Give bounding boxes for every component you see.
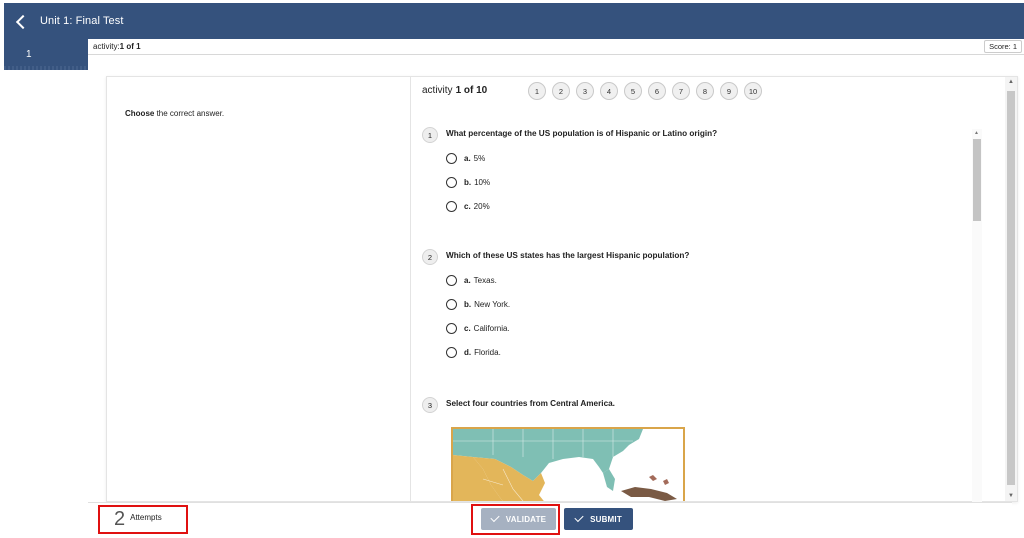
question-text: What percentage of the US population is … bbox=[446, 129, 718, 138]
activity-header: activity 1 of 10 bbox=[422, 85, 487, 96]
footer-bar: 2 Attempts VALIDATE SUBMIT bbox=[88, 502, 1012, 535]
scroll-down-arrow-icon[interactable]: ▼ bbox=[1008, 493, 1014, 499]
questions-scroll-area[interactable]: 1 What percentage of the US population i… bbox=[412, 117, 992, 501]
sidebar-activity-tab-label: 1 bbox=[26, 49, 32, 60]
instruction-pane: Choose the correct answer. bbox=[107, 77, 411, 501]
header-bar: Unit 1: Final Test bbox=[4, 3, 1024, 39]
option-letter: a. bbox=[464, 276, 471, 285]
question-number: 1 bbox=[422, 127, 438, 143]
question-pane: activity 1 of 10 1 2 3 4 5 6 7 8 9 10 1 … bbox=[412, 77, 1017, 503]
sidebar-activity-tab[interactable]: 1 bbox=[4, 39, 88, 70]
radio-button[interactable] bbox=[446, 201, 457, 212]
pager-item[interactable]: 2 bbox=[552, 82, 570, 100]
option-1b[interactable]: b. 10% bbox=[446, 177, 490, 188]
option-text: New York. bbox=[474, 300, 511, 309]
pager-item[interactable]: 3 bbox=[576, 82, 594, 100]
attempts-label: Attempts bbox=[130, 513, 162, 522]
scroll-up-arrow-icon[interactable]: ▲ bbox=[974, 130, 979, 136]
option-1a[interactable]: a. 5% bbox=[446, 153, 485, 164]
submit-label: SUBMIT bbox=[590, 514, 622, 524]
pager-item[interactable]: 1 bbox=[528, 82, 546, 100]
back-chevron-icon[interactable] bbox=[15, 14, 31, 29]
option-text: 10% bbox=[474, 178, 491, 187]
option-text: California. bbox=[473, 324, 510, 333]
pager-item[interactable]: 10 bbox=[744, 82, 762, 100]
submit-button[interactable]: SUBMIT bbox=[564, 508, 633, 530]
page-title: Unit 1: Final Test bbox=[40, 15, 124, 27]
scrollbar-thumb[interactable] bbox=[1007, 91, 1015, 485]
pager-item[interactable]: 7 bbox=[672, 82, 690, 100]
validate-label: VALIDATE bbox=[505, 514, 547, 524]
pager-item[interactable]: 8 bbox=[696, 82, 714, 100]
check-icon bbox=[490, 512, 500, 523]
instruction-rest: the correct answer. bbox=[154, 109, 225, 118]
activity-status-bar: activity: 1 of 1 Score: 1 bbox=[88, 39, 1024, 55]
scrollbar-thumb[interactable] bbox=[973, 139, 981, 221]
option-text: 5% bbox=[473, 154, 486, 163]
radio-button[interactable] bbox=[446, 299, 457, 310]
instruction-bold: Choose bbox=[125, 109, 155, 118]
option-2d[interactable]: d. Florida. bbox=[446, 347, 501, 358]
activity-prefix: activity: bbox=[93, 42, 120, 51]
option-2a[interactable]: a. Texas. bbox=[446, 275, 497, 286]
score-badge: Score: 1 bbox=[984, 40, 1022, 53]
instruction-text: Choose the correct answer. bbox=[125, 109, 224, 118]
option-letter: c. bbox=[464, 202, 471, 211]
pager-item[interactable]: 9 bbox=[720, 82, 738, 100]
activity-value: 1 of 1 bbox=[119, 42, 141, 51]
pager-item[interactable]: 5 bbox=[624, 82, 642, 100]
radio-button[interactable] bbox=[446, 177, 457, 188]
scroll-up-arrow-icon[interactable]: ▲ bbox=[1008, 79, 1014, 85]
activity-header-prefix: activity bbox=[422, 85, 453, 96]
activity-pager: 1 2 3 4 5 6 7 8 9 10 bbox=[528, 82, 762, 100]
option-letter: d. bbox=[464, 348, 472, 357]
radio-button[interactable] bbox=[446, 347, 457, 358]
question-text: Which of these US states has the largest… bbox=[446, 251, 690, 260]
option-letter: a. bbox=[464, 154, 471, 163]
option-text: 20% bbox=[473, 202, 490, 211]
attempts-count: 2 bbox=[114, 508, 126, 530]
activity-card: Choose the correct answer. activity 1 of… bbox=[106, 76, 1018, 503]
attempts-counter: 2 Attempts bbox=[98, 505, 188, 534]
check-icon bbox=[574, 512, 584, 523]
option-1c[interactable]: c. 20% bbox=[446, 201, 490, 212]
map-image bbox=[453, 429, 683, 501]
question-number: 2 bbox=[422, 249, 438, 265]
question-number: 3 bbox=[422, 397, 438, 413]
option-text: Florida. bbox=[474, 348, 501, 357]
card-scrollbar[interactable]: ▲ ▼ bbox=[1005, 77, 1017, 501]
option-letter: b. bbox=[464, 300, 472, 309]
pager-item[interactable]: 6 bbox=[648, 82, 666, 100]
central-america-map[interactable] bbox=[451, 427, 685, 501]
option-2c[interactable]: c. California. bbox=[446, 323, 510, 334]
radio-button[interactable] bbox=[446, 323, 457, 334]
pager-item[interactable]: 4 bbox=[600, 82, 618, 100]
activity-header-value: 1 of 10 bbox=[455, 85, 488, 96]
option-letter: c. bbox=[464, 324, 471, 333]
option-text: Texas. bbox=[473, 276, 497, 285]
questions-scrollbar[interactable]: ▲ bbox=[972, 129, 982, 503]
question-text: Select four countries from Central Ameri… bbox=[446, 399, 615, 408]
radio-button[interactable] bbox=[446, 153, 457, 164]
validate-button[interactable]: VALIDATE bbox=[481, 508, 556, 530]
radio-button[interactable] bbox=[446, 275, 457, 286]
option-2b[interactable]: b. New York. bbox=[446, 299, 510, 310]
option-letter: b. bbox=[464, 178, 472, 187]
